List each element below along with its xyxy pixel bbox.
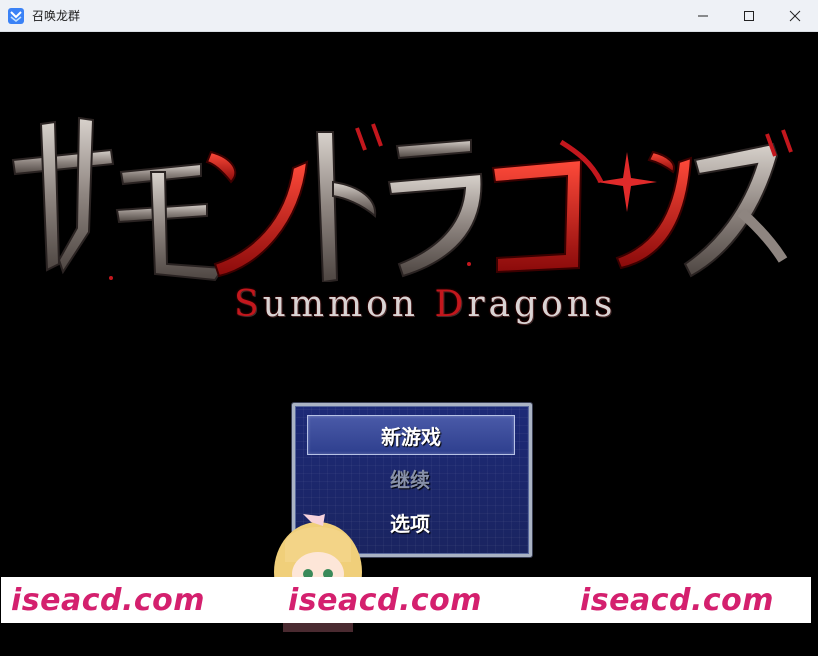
window-titlebar[interactable]: 召唤龙群	[0, 0, 818, 32]
logo-glyph-go	[491, 139, 604, 274]
app-icon	[8, 7, 24, 24]
game-viewport[interactable]: Summon Dragons 新游戏 继续 选项 iseacd.com isea…	[1, 32, 817, 656]
logo-glyph-ra	[387, 138, 483, 278]
watermark-text: iseacd.com	[11, 583, 206, 618]
logo-glyph-sa	[11, 116, 115, 275]
watermark-banner: iseacd.com iseacd.com iseacd.com	[1, 577, 811, 623]
watermark-text: iseacd.com	[580, 583, 775, 618]
logo-glyph-mo	[115, 162, 225, 282]
subtitle-letter-d: D	[434, 284, 468, 325]
minimize-icon	[698, 15, 708, 16]
menu-continue[interactable]: 继续	[307, 459, 513, 497]
logo-glyph-zu	[683, 129, 793, 278]
subtitle-text-ummon: ummon	[262, 284, 435, 325]
game-logo	[11, 116, 793, 282]
logo-subtitle: Summon Dragons	[234, 284, 612, 325]
logo-glyph-n	[205, 150, 309, 278]
window-title: 召唤龙群	[32, 9, 81, 23]
maximize-button[interactable]	[726, 0, 772, 31]
minimize-button[interactable]	[680, 0, 726, 31]
subtitle-text-ragons: ragons	[467, 284, 617, 325]
close-icon	[789, 10, 801, 21]
maximize-icon	[744, 10, 754, 21]
subtitle-letter-s: S	[234, 284, 263, 325]
close-button[interactable]	[772, 0, 818, 31]
logo-glyph-do	[315, 123, 383, 282]
watermark-text: iseacd.com	[288, 583, 483, 618]
menu-new-game[interactable]: 新游戏	[307, 415, 515, 455]
